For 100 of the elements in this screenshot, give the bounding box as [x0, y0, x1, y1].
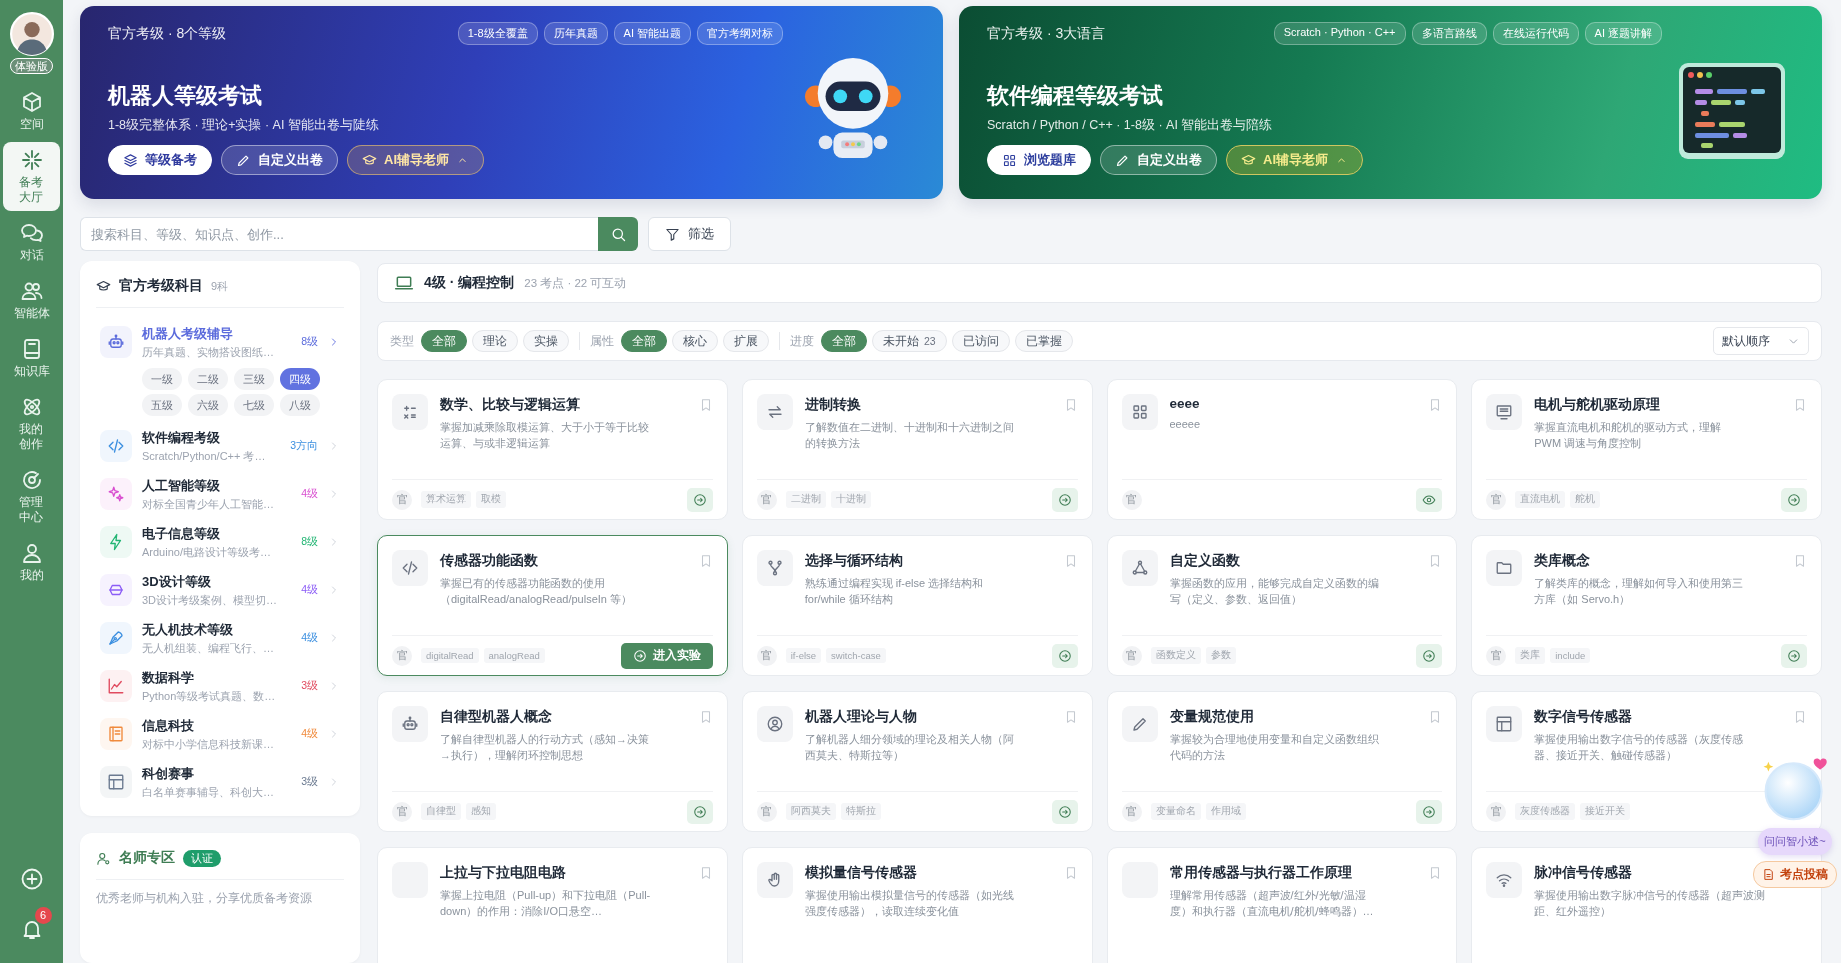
- banner-button[interactable]: 浏览题库: [987, 145, 1091, 175]
- filter-chip[interactable]: 全部: [421, 330, 467, 352]
- topic-card[interactable]: 自定义函数 掌握函数的应用，能够完成自定义函数的编写（定义、参数、返回值） 官 函数定义 参数: [1106, 535, 1458, 676]
- level-count: 3方向: [290, 439, 318, 453]
- topic-card[interactable]: 变量规范使用 掌握较为合理地使用变量和自定义函数组织代码的方法 官 变量命名 作用域: [1106, 691, 1458, 832]
- open-button[interactable]: [686, 487, 713, 512]
- bookmark-icon[interactable]: [1793, 554, 1807, 568]
- filter-chip[interactable]: 核心: [672, 330, 718, 352]
- open-button[interactable]: [1051, 643, 1078, 668]
- panel-title: 名师专区: [119, 849, 175, 867]
- sort-dropdown[interactable]: 默认顺序: [1713, 327, 1809, 355]
- subject-name[interactable]: 无人机技术等级: [142, 620, 292, 639]
- topic-card[interactable]: 模拟量信号传感器 掌握使用输出模拟量信号的传感器（如光线强度传感器），读取连续变化值: [741, 847, 1093, 963]
- filter-chip[interactable]: 全部: [821, 330, 867, 352]
- level-chip[interactable]: 二级: [188, 368, 228, 390]
- assistant-prompt[interactable]: 问问智小述~: [1758, 828, 1832, 855]
- enter-button[interactable]: 进入实验: [620, 642, 713, 669]
- preview-button[interactable]: [1416, 487, 1443, 512]
- subject-description: Scratch/Python/C++ 考…: [142, 448, 267, 464]
- banner-eyebrow: 官方考级 · 3大语言: [987, 24, 1106, 43]
- subject-name[interactable]: 电子信息等级: [142, 524, 292, 543]
- notification-button[interactable]: 6: [11, 907, 52, 945]
- banner-button[interactable]: 等级备考: [108, 145, 212, 175]
- level-chip[interactable]: 五级: [142, 394, 182, 416]
- graduation-cap-icon: [1241, 152, 1256, 168]
- open-button[interactable]: [1416, 643, 1443, 668]
- topic-card[interactable]: 上拉与下拉电阻电路 掌握上拉电阻（Pull-up）和下拉电阻（Pull-down）的作用：消除I/O口悬空…: [377, 847, 728, 963]
- topic-card[interactable]: 机器人理论与人物 了解机器人细分领域的理论及相关人物（阿西莫夫、特斯拉等） 官 阿西莫夫 特斯拉: [741, 691, 1093, 832]
- filter-chip[interactable]: 已访问: [951, 330, 1010, 352]
- topic-title: 4级 · 编程控制: [424, 274, 515, 292]
- code-icon: [401, 559, 419, 577]
- level-count: 8级: [301, 535, 318, 549]
- open-button[interactable]: [1051, 487, 1078, 512]
- level-chip[interactable]: 一级: [142, 368, 182, 390]
- topic-card[interactable]: 数学、比较与逻辑运算 掌握加减乘除取模运算、大于小于等于比较运算、与或非逻辑运算 官 算术运算 取模: [377, 379, 728, 520]
- banner-button[interactable]: AI辅导老师: [347, 145, 484, 175]
- level-chip[interactable]: 八级: [280, 394, 320, 416]
- topic-card[interactable]: 选择与循环结构 熟练通过编程实现 if-else 选择结构和 for/while 循环结构 官 if-else switch-case: [741, 535, 1093, 676]
- open-button[interactable]: [1781, 487, 1807, 512]
- level-chip[interactable]: 四级: [280, 368, 320, 390]
- filter-chip[interactable]: 实操: [523, 330, 569, 352]
- banner-button[interactable]: 自定义出卷: [221, 145, 338, 175]
- nav-item[interactable]: 知识库: [3, 331, 60, 385]
- bookmark-icon[interactable]: [1793, 398, 1807, 412]
- topic-card[interactable]: 自律型机器人概念 了解自律型机器人的行动方式（感知→决策→执行），理解闭环控制思想 官 自律型 感知: [377, 691, 728, 832]
- nav-item[interactable]: 空间: [3, 84, 60, 138]
- level-count: 3级: [301, 775, 318, 789]
- nav-item[interactable]: 备考大厅: [3, 142, 60, 211]
- book-icon: [107, 725, 125, 743]
- card-title: 数字信号传感器: [1534, 708, 1633, 726]
- subject-name[interactable]: 机器人考级辅导: [142, 324, 292, 343]
- nav-item[interactable]: 智能体: [3, 273, 60, 327]
- subject-name[interactable]: 信息科技: [142, 716, 292, 735]
- open-button[interactable]: [1416, 799, 1443, 824]
- source-badge: 官: [1121, 645, 1142, 666]
- subject-name[interactable]: 数据科学: [142, 668, 292, 687]
- topic-card[interactable]: eeee eeeee 官: [1106, 379, 1458, 520]
- bookmark-icon[interactable]: [1793, 710, 1807, 724]
- level-chip[interactable]: 七级: [234, 394, 274, 416]
- subject-name[interactable]: 科创赛事: [142, 764, 292, 783]
- banner-button[interactable]: 自定义出卷: [1100, 145, 1217, 175]
- topic-card[interactable]: 数字信号传感器 掌握使用输出数字信号的传感器（灰度传感器、接近开关、触碰传感器） 官 灰度传感器 接近开关: [1471, 691, 1822, 832]
- source-badge: 官: [392, 489, 412, 510]
- filter-chip[interactable]: 未开始 23: [872, 330, 947, 352]
- card-title: 变量规范使用: [1169, 708, 1254, 726]
- filter-chip[interactable]: 理论: [472, 330, 518, 352]
- nav-item[interactable]: 我的: [3, 535, 60, 589]
- topic-card[interactable]: 电机与舵机驱动原理 掌握直流电机和舵机的驱动方式，理解 PWM 调速与角度控制 官 直流电机 舵机: [1471, 379, 1822, 520]
- topic-card[interactable]: 类库概念 了解类库的概念，理解如何导入和使用第三方库（如 Servo.h） 官 类库 include: [1471, 535, 1822, 676]
- card-description: 掌握使用输出模拟量信号的传感器（如光线强度传感器），读取连续变化值: [804, 888, 1015, 919]
- subject-name[interactable]: 3D设计等级: [142, 572, 292, 591]
- filter-chip[interactable]: 全部: [621, 330, 667, 352]
- filter-chip[interactable]: 扩展: [723, 330, 769, 352]
- topic-card[interactable]: 传感器功能函数 掌握已有的传感器功能函数的使用（digitalRead/analogRead/pulseIn 等） 官 digitalRead analogRead 进入实验: [377, 535, 728, 676]
- subject-name[interactable]: 软件编程考级: [142, 428, 281, 447]
- open-button[interactable]: [1051, 799, 1078, 824]
- avatar[interactable]: [9, 12, 54, 56]
- topic-card[interactable]: 常用传感器与执行器工作原理 理解常用传感器（超声波/红外/光敏/温湿度）和执行器（直流电机/舵机/蜂鸣器）…: [1106, 847, 1458, 963]
- nav-item[interactable]: 管理中心: [3, 462, 60, 531]
- level-chip[interactable]: 六级: [188, 394, 228, 416]
- search-field[interactable]: 搜索科目、等级、知识点、创作...: [80, 217, 598, 251]
- filter-chip[interactable]: 已掌握: [1014, 330, 1073, 352]
- subject-description: 历年真题、实物搭设图纸…: [142, 344, 275, 360]
- arrow-right-icon: [692, 804, 707, 819]
- topic-tag: 舵机: [1570, 491, 1601, 508]
- level-chip[interactable]: 三级: [234, 368, 274, 390]
- submit-button[interactable]: 考点投稿: [1753, 861, 1837, 888]
- feature-tag: Scratch · Python · C++: [1273, 22, 1406, 45]
- verified-badge: 认证: [183, 849, 221, 867]
- open-button[interactable]: [1781, 643, 1807, 668]
- nav-item[interactable]: 我的创作: [3, 389, 60, 458]
- subject-name[interactable]: 人工智能等级: [142, 476, 292, 495]
- swap-icon: [765, 403, 784, 421]
- sparkle-icon: [19, 148, 44, 172]
- feature-tag: AI 逐题讲解: [1584, 22, 1662, 45]
- filter-button[interactable]: 筛选: [648, 217, 731, 251]
- pencil-icon: [1130, 715, 1149, 733]
- open-button[interactable]: [686, 799, 713, 824]
- search-button[interactable]: [598, 217, 638, 251]
- nav-item[interactable]: 对话: [3, 215, 60, 269]
